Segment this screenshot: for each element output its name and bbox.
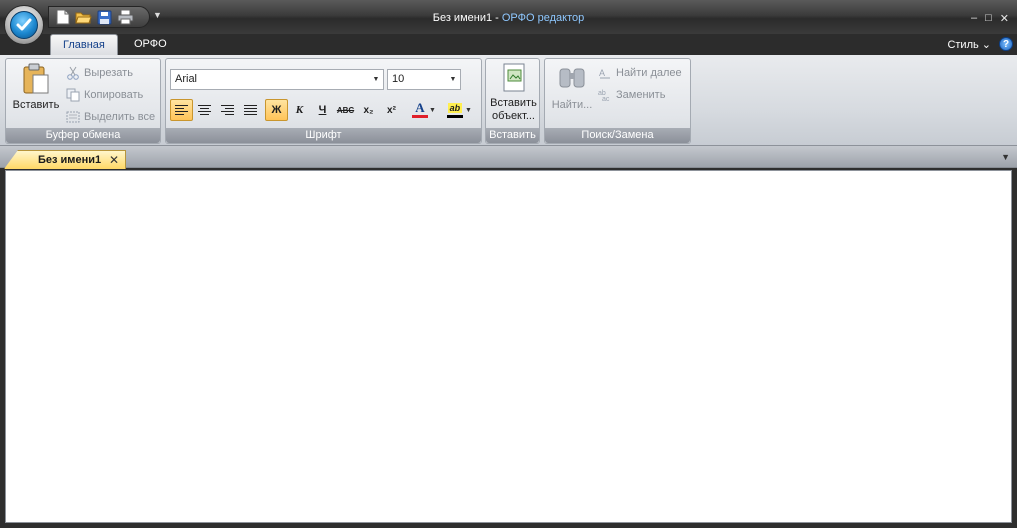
superscript-button[interactable]: x² xyxy=(380,99,403,121)
tab-list-dropdown-icon[interactable]: ▼ xyxy=(1001,152,1010,162)
font-family-value: Arial xyxy=(175,73,198,85)
font-color-swatch xyxy=(412,115,428,118)
insert-object-button[interactable]: Вставить объект... xyxy=(488,63,539,123)
document-tab[interactable]: Без имени1 ✕ xyxy=(4,150,126,169)
tab-orfo[interactable]: ОРФО xyxy=(122,34,179,55)
insert-group-title: Вставить xyxy=(486,128,539,143)
font-size-select[interactable]: 10 ▼ xyxy=(387,69,461,90)
binoculars-icon xyxy=(548,63,596,97)
document-tab-strip: Без имени1 ✕ ▼ xyxy=(0,146,1017,169)
insert-object-label-line1: Вставить xyxy=(490,97,537,109)
scissors-icon xyxy=(66,66,80,80)
tab-home[interactable]: Главная xyxy=(50,34,118,55)
highlight-letters: ab xyxy=(447,102,463,113)
replace-icon: ab ac xyxy=(598,88,612,102)
paste-icon xyxy=(10,63,62,97)
cut-label: Вырезать xyxy=(84,67,133,79)
window-title: Без имени1 - ОРФО редактор xyxy=(0,12,1017,24)
minimize-button[interactable]: – xyxy=(971,12,977,25)
find-next-label: Найти далее xyxy=(616,67,682,79)
title-bar: ▼ Без имени1 - ОРФО редактор – □ ✕ xyxy=(0,0,1017,34)
paste-button[interactable]: Вставить xyxy=(10,63,62,112)
paste-label: Вставить xyxy=(12,99,60,111)
font-group: Arial ▼ 10 ▼ Ж К Ч ABC x₂ x² A ▼ ab ▼ Шр… xyxy=(165,58,482,144)
font-size-dropdown-icon: ▼ xyxy=(449,76,457,83)
replace-button[interactable]: ab ac Заменить xyxy=(598,88,665,102)
font-group-title: Шрифт xyxy=(166,128,481,143)
insert-group: Вставить объект... Вставить xyxy=(485,58,540,144)
align-left-icon xyxy=(175,104,188,115)
window-controls: – □ ✕ xyxy=(971,12,1009,25)
copy-icon xyxy=(66,88,80,102)
clipboard-group: Вставить Вырезать Копировать Выделить вс… xyxy=(5,58,161,144)
highlight-color-swatch xyxy=(446,114,463,118)
highlight-dropdown-icon[interactable]: ▼ xyxy=(465,107,472,114)
find-replace-group-title: Поиск/Замена xyxy=(545,128,690,143)
align-center-icon xyxy=(198,104,211,115)
select-all-icon xyxy=(66,110,80,124)
style-menu[interactable]: Стиль ⌄ xyxy=(947,38,991,51)
find-button[interactable]: Найти... xyxy=(548,63,596,112)
find-next-icon: A xyxy=(598,66,612,80)
font-color-letter: A xyxy=(415,100,425,115)
svg-text:ac: ac xyxy=(602,96,610,102)
align-left-button[interactable] xyxy=(170,99,193,121)
justify-button[interactable] xyxy=(239,99,262,121)
copy-label: Копировать xyxy=(84,89,144,101)
font-family-dropdown-icon: ▼ xyxy=(372,76,380,83)
document-title: Без имени1 xyxy=(432,12,493,24)
underline-button[interactable]: Ч xyxy=(311,99,334,121)
document-tab-label: Без имени1 xyxy=(38,154,102,166)
font-size-value: 10 xyxy=(392,73,405,85)
bold-button[interactable]: Ж xyxy=(265,99,288,121)
subscript-button[interactable]: x₂ xyxy=(357,99,380,121)
maximize-button[interactable]: □ xyxy=(985,12,992,25)
align-right-button[interactable] xyxy=(216,99,239,121)
copy-button[interactable]: Копировать xyxy=(66,88,143,102)
insert-object-label-line2: объект... xyxy=(492,110,535,122)
italic-button[interactable]: К xyxy=(288,99,311,121)
font-family-select[interactable]: Arial ▼ xyxy=(170,69,384,90)
find-next-button[interactable]: A Найти далее xyxy=(598,66,682,80)
find-label: Найти... xyxy=(551,99,593,111)
align-right-icon xyxy=(221,104,234,115)
font-color-dropdown-icon[interactable]: ▼ xyxy=(429,107,436,114)
cut-button[interactable]: Вырезать xyxy=(66,66,133,80)
close-window-button[interactable]: ✕ xyxy=(1000,12,1009,25)
document-editor[interactable] xyxy=(5,170,1012,523)
ribbon-tab-row: Главная ОРФО Стиль ⌄ ? xyxy=(0,34,1017,55)
format-toolbar: Ж К Ч ABC x₂ x² A ▼ ab ▼ xyxy=(170,99,472,121)
close-tab-icon[interactable]: ✕ xyxy=(109,151,119,169)
replace-label: Заменить xyxy=(616,89,666,101)
help-icon[interactable]: ? xyxy=(999,37,1013,51)
justify-icon xyxy=(244,104,257,115)
ribbon: Вставить Вырезать Копировать Выделить вс… xyxy=(0,55,1017,146)
select-all-label: Выделить все xyxy=(84,111,156,123)
select-all-button[interactable]: Выделить все xyxy=(66,110,155,124)
title-separator: - xyxy=(492,12,502,24)
app-name: ОРФО редактор xyxy=(501,12,585,24)
insert-object-icon xyxy=(488,63,539,97)
checkmark-icon xyxy=(10,11,38,39)
align-center-button[interactable] xyxy=(193,99,216,121)
svg-text:A: A xyxy=(599,68,605,78)
clipboard-group-title: Буфер обмена xyxy=(6,128,160,143)
strikethrough-button[interactable]: ABC xyxy=(334,99,357,121)
application-menu-button[interactable] xyxy=(4,5,44,45)
find-replace-group: Найти... A Найти далее ab ac Заменить Пои… xyxy=(544,58,691,144)
